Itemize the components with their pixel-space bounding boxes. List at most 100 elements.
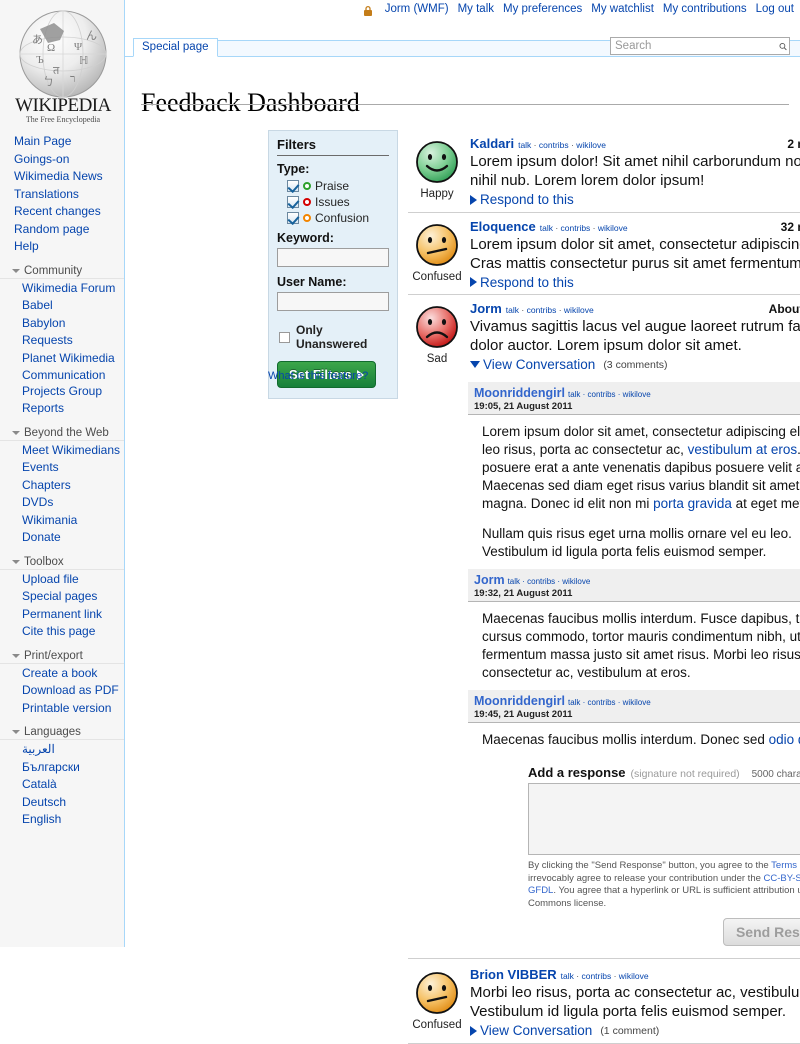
wikipedia-logo[interactable]: Ω Ψ ℍ Ъ त ר ㄅ ん あ WIKIPEDIA The Free Enc…	[0, 0, 125, 132]
sidebar-item-communication-projects-group[interactable]: Communication Projects Group	[0, 367, 124, 400]
sidebar-heading-languages[interactable]: Languages	[0, 723, 124, 739]
feedback-author[interactable]: Jorm	[470, 301, 502, 316]
filter-checkbox-issues[interactable]: Issues	[287, 195, 389, 209]
search-box[interactable]	[610, 37, 790, 55]
author-link-wikilove[interactable]: wikilove	[598, 223, 628, 233]
feedback-author[interactable]: Kaldari	[470, 136, 514, 151]
filter-checkbox-praise[interactable]: Praise	[287, 179, 389, 193]
author-link-talk[interactable]: talk	[568, 390, 580, 399]
tab-special-page[interactable]: Special page	[133, 38, 218, 57]
sidebar-item-reports[interactable]: Reports	[0, 400, 124, 418]
sidebar-item-lang-arabic[interactable]: العربية	[0, 741, 124, 759]
author-link-talk[interactable]: talk	[506, 305, 519, 315]
sidebar-item-dvds[interactable]: DVDs	[0, 494, 124, 512]
author-link-contribs[interactable]: contribs	[561, 223, 591, 233]
respond-to-this-toggle[interactable]: Respond to this	[470, 192, 800, 207]
author-link-wikilove[interactable]: wikilove	[576, 140, 606, 150]
sidebar-item-lang-catalan[interactable]: Català	[0, 776, 124, 794]
sidebar-heading-print-export[interactable]: Print/export	[0, 647, 124, 663]
sidebar-item-lang-bulgarian[interactable]: Български	[0, 759, 124, 777]
personal-link-username[interactable]: Jorm (WMF)	[385, 3, 449, 15]
sidebar-item-translations[interactable]: Translations	[0, 186, 124, 204]
sidebar-item-lang-english[interactable]: English	[0, 811, 124, 829]
sidebar-item-chapters[interactable]: Chapters	[0, 477, 124, 495]
sidebar-item-planet-wikimedia[interactable]: Planet Wikimedia	[0, 350, 124, 368]
inline-link-odio-dui[interactable]: odio dui	[769, 732, 800, 747]
personal-link-my-preferences[interactable]: My preferences	[503, 3, 582, 15]
sidebar-item-help[interactable]: Help	[0, 238, 124, 256]
cc-license-link[interactable]: CC-BY-SA 3.0 License	[764, 873, 800, 884]
search-icon[interactable]	[773, 38, 793, 54]
terms-of-use-link[interactable]: Terms of Use	[771, 860, 800, 871]
author-link-talk[interactable]: talk	[518, 140, 531, 150]
inline-link-porta-gravida[interactable]: porta gravida	[653, 496, 732, 511]
sidebar-item-babel[interactable]: Babel	[0, 297, 124, 315]
sidebar-item-special-pages[interactable]: Special pages	[0, 588, 124, 606]
chevron-down-icon	[12, 654, 20, 658]
sidebar-item-donate[interactable]: Donate	[0, 529, 124, 547]
feedback-author[interactable]: Brion VIBBER	[470, 967, 557, 982]
keyword-input[interactable]	[277, 248, 389, 267]
author-link-talk[interactable]: talk	[568, 698, 580, 707]
sidebar-item-wikimedia-news[interactable]: Wikimedia News	[0, 168, 124, 186]
sidebar-item-create-a-book[interactable]: Create a book	[0, 665, 124, 683]
author-link-talk[interactable]: talk	[561, 971, 574, 981]
author-link-contribs[interactable]: contribs	[527, 577, 555, 586]
inline-link-vestibulum[interactable]: vestibulum at eros	[688, 442, 798, 457]
personal-link-my-talk[interactable]: My talk	[458, 3, 494, 15]
feedback-author[interactable]: Eloquence	[470, 219, 536, 234]
author-link-wikilove[interactable]: wikilove	[619, 971, 649, 981]
sidebar-item-events[interactable]: Events	[0, 459, 124, 477]
comment-author[interactable]: Moonriddengirl	[474, 386, 565, 400]
sidebar-item-cite-this-page[interactable]: Cite this page	[0, 623, 124, 641]
checkbox-icon[interactable]	[287, 196, 299, 208]
author-link-wikilove[interactable]: wikilove	[623, 698, 651, 707]
sidebar-item-wikimania[interactable]: Wikimania	[0, 512, 124, 530]
author-link-wikilove[interactable]: wikilove	[562, 577, 590, 586]
author-link-contribs[interactable]: contribs	[588, 390, 616, 399]
personal-link-my-contributions[interactable]: My contributions	[663, 3, 747, 15]
checkbox-icon[interactable]	[279, 332, 290, 343]
view-conversation-toggle[interactable]: View Conversation (1 comment)	[470, 1023, 800, 1038]
checkbox-icon[interactable]	[287, 180, 299, 192]
sidebar-item-lang-german[interactable]: Deutsch	[0, 794, 124, 812]
sidebar-item-random-page[interactable]: Random page	[0, 221, 124, 239]
what-is-this-feature-link[interactable]: What is this feature?	[268, 370, 368, 382]
respond-to-this-toggle[interactable]: Respond to this	[470, 275, 800, 290]
sidebar-item-goings-on[interactable]: Goings-on	[0, 151, 124, 169]
send-response-button[interactable]: Send Response	[723, 918, 800, 946]
response-textarea[interactable]	[528, 783, 800, 855]
author-link-contribs[interactable]: contribs	[581, 971, 611, 981]
sidebar-item-recent-changes[interactable]: Recent changes	[0, 203, 124, 221]
sidebar-item-meet-wikimedians[interactable]: Meet Wikimedians	[0, 442, 124, 460]
sidebar-item-wikimedia-forum[interactable]: Wikimedia Forum	[0, 280, 124, 298]
author-link-contribs[interactable]: contribs	[588, 698, 616, 707]
sidebar-item-printable-version[interactable]: Printable version	[0, 700, 124, 718]
filter-checkbox-confusion[interactable]: Confusion	[287, 211, 389, 225]
author-link-talk[interactable]: talk	[540, 223, 553, 233]
search-input[interactable]	[611, 38, 773, 54]
view-conversation-toggle[interactable]: View Conversation (3 comments)	[470, 357, 800, 372]
checkbox-icon[interactable]	[287, 212, 299, 224]
sidebar-item-babylon[interactable]: Babylon	[0, 315, 124, 333]
author-link-contribs[interactable]: contribs	[539, 140, 569, 150]
filter-checkbox-only-unanswered[interactable]: Only Unanswered	[279, 323, 389, 351]
sidebar-item-upload-file[interactable]: Upload file	[0, 571, 124, 589]
username-input[interactable]	[277, 292, 389, 311]
sidebar-item-download-as-pdf[interactable]: Download as PDF	[0, 682, 124, 700]
author-link-talk[interactable]: talk	[508, 577, 520, 586]
author-link-wikilove[interactable]: wikilove	[623, 390, 651, 399]
sidebar-heading-community[interactable]: Community	[0, 262, 124, 278]
sidebar-heading-toolbox[interactable]: Toolbox	[0, 553, 124, 569]
sidebar-item-main-page[interactable]: Main Page	[0, 133, 124, 151]
sidebar-item-permanent-link[interactable]: Permanent link	[0, 606, 124, 624]
sidebar-heading-beyond-the-web[interactable]: Beyond the Web	[0, 424, 124, 440]
author-link-wikilove[interactable]: wikilove	[564, 305, 594, 315]
comment-author[interactable]: Jorm	[474, 573, 505, 587]
gfdl-link[interactable]: GFDL	[528, 885, 553, 896]
author-link-contribs[interactable]: contribs	[527, 305, 557, 315]
sidebar-item-requests[interactable]: Requests	[0, 332, 124, 350]
comment-author[interactable]: Moonriddengirl	[474, 694, 565, 708]
personal-link-my-watchlist[interactable]: My watchlist	[591, 3, 654, 15]
personal-link-log-out[interactable]: Log out	[756, 3, 794, 15]
